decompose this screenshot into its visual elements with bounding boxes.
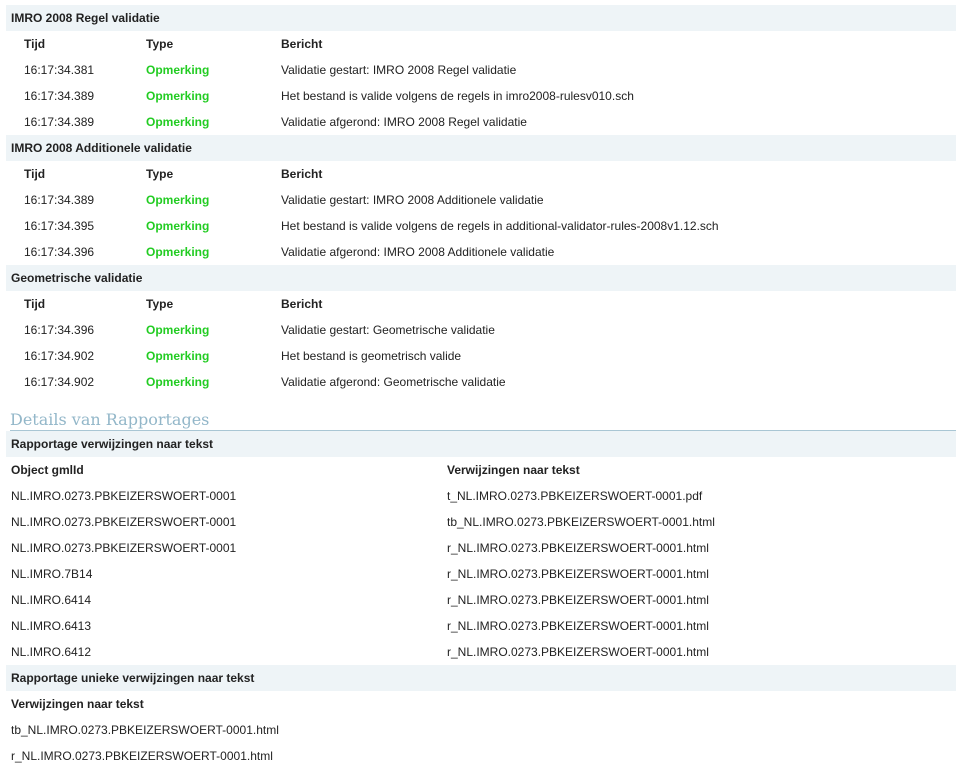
cell-bericht: Het bestand is valide volgens de regels … (281, 219, 719, 233)
cell-reference: r_NL.IMRO.0273.PBKEIZERSWOERT-0001.html (447, 593, 709, 607)
table-header-row: Verwijzingen naar tekst (0, 691, 960, 717)
cell-bericht: Validatie afgerond: IMRO 2008 Additionel… (281, 245, 555, 259)
cell-bericht: Het bestand is geometrisch valide (281, 349, 462, 363)
section-title: Geometrische validatie (6, 265, 956, 291)
table-row: 16:17:34.396 Opmerking Validatie gestart… (0, 317, 960, 343)
table-row: tb_NL.IMRO.0273.PBKEIZERSWOERT-0001.html (0, 717, 960, 743)
column-header-tijd: Tijd (24, 167, 46, 181)
validation-section: Geometrische validatie Tijd Type Bericht… (0, 265, 960, 395)
table-row: r_NL.IMRO.0273.PBKEIZERSWOERT-0001.html (0, 743, 960, 769)
table-header-row: Tijd Type Bericht (0, 161, 960, 187)
column-header-tijd: Tijd (24, 297, 46, 311)
cell-tijd: 16:17:34.902 (24, 349, 95, 363)
cell-type: Opmerking (146, 323, 210, 337)
column-header-bericht: Bericht (281, 297, 323, 311)
cell-type: Opmerking (146, 245, 210, 259)
cell-reference: tb_NL.IMRO.0273.PBKEIZERSWOERT-0001.html (447, 515, 715, 529)
validation-section: IMRO 2008 Regel validatie Tijd Type Beri… (0, 5, 960, 135)
column-header-references: Verwijzingen naar tekst (447, 463, 580, 477)
cell-type: Opmerking (146, 193, 210, 207)
cell-object: NL.IMRO.0273.PBKEIZERSWOERT-0001 (11, 541, 237, 555)
cell-type: Opmerking (146, 349, 210, 363)
details-title: Details van Rapportages (10, 405, 956, 431)
cell-bericht: Validatie afgerond: IMRO 2008 Regel vali… (281, 115, 527, 129)
cell-tijd: 16:17:34.395 (24, 219, 95, 233)
table-row: NL.IMRO.0273.PBKEIZERSWOERT-0001 tb_NL.I… (0, 509, 960, 535)
cell-reference: r_NL.IMRO.0273.PBKEIZERSWOERT-0001.html (447, 567, 709, 581)
cell-object: NL.IMRO.0273.PBKEIZERSWOERT-0001 (11, 489, 237, 503)
table-row: 16:17:34.389 Opmerking Validatie gestart… (0, 187, 960, 213)
cell-object: NL.IMRO.6413 (11, 619, 92, 633)
table-row: 16:17:34.389 Opmerking Het bestand is va… (0, 83, 960, 109)
column-header-type: Type (146, 297, 174, 311)
cell-type: Opmerking (146, 219, 210, 233)
cell-tijd: 16:17:34.389 (24, 89, 95, 103)
table-row: 16:17:34.389 Opmerking Validatie afgeron… (0, 109, 960, 135)
cell-type: Opmerking (146, 89, 210, 103)
column-header-bericht: Bericht (281, 37, 323, 51)
column-header-tijd: Tijd (24, 37, 46, 51)
table-row: 16:17:34.902 Opmerking Validatie afgeron… (0, 369, 960, 395)
column-header-type: Type (146, 37, 174, 51)
section-title: IMRO 2008 Regel validatie (6, 5, 956, 31)
table-row: NL.IMRO.6413 r_NL.IMRO.0273.PBKEIZERSWOE… (0, 613, 960, 639)
section-title: Rapportage verwijzingen naar tekst (6, 431, 956, 457)
column-header-bericht: Bericht (281, 167, 323, 181)
cell-tijd: 16:17:34.381 (24, 63, 95, 77)
cell-bericht: Validatie gestart: Geometrische validati… (281, 323, 495, 337)
cell-type: Opmerking (146, 375, 210, 389)
cell-type: Opmerking (146, 115, 210, 129)
cell-tijd: 16:17:34.902 (24, 375, 95, 389)
cell-reference: r_NL.IMRO.0273.PBKEIZERSWOERT-0001.html (11, 749, 273, 763)
table-row: NL.IMRO.7B14 r_NL.IMRO.0273.PBKEIZERSWOE… (0, 561, 960, 587)
table-row: NL.IMRO.6412 r_NL.IMRO.0273.PBKEIZERSWOE… (0, 639, 960, 665)
table-header-row: Tijd Type Bericht (0, 291, 960, 317)
unique-references-section: Rapportage unieke verwijzingen naar teks… (0, 665, 960, 769)
cell-reference: t_NL.IMRO.0273.PBKEIZERSWOERT-0001.pdf (447, 489, 703, 503)
cell-bericht: Validatie gestart: IMRO 2008 Regel valid… (281, 63, 517, 77)
column-header-type: Type (146, 167, 174, 181)
cell-reference: r_NL.IMRO.0273.PBKEIZERSWOERT-0001.html (447, 541, 709, 555)
cell-type: Opmerking (146, 63, 210, 77)
cell-reference: tb_NL.IMRO.0273.PBKEIZERSWOERT-0001.html (11, 723, 279, 737)
cell-object: NL.IMRO.0273.PBKEIZERSWOERT-0001 (11, 515, 237, 529)
cell-reference: r_NL.IMRO.0273.PBKEIZERSWOERT-0001.html (447, 619, 709, 633)
table-row: 16:17:34.395 Opmerking Het bestand is va… (0, 213, 960, 239)
references-section: Rapportage verwijzingen naar tekst Objec… (0, 431, 960, 665)
section-title: IMRO 2008 Additionele validatie (6, 135, 956, 161)
cell-bericht: Validatie afgerond: Geometrische validat… (281, 375, 506, 389)
table-header-row: Tijd Type Bericht (0, 31, 960, 57)
cell-tijd: 16:17:34.389 (24, 193, 95, 207)
cell-bericht: Validatie gestart: IMRO 2008 Additionele… (281, 193, 544, 207)
validation-report: IMRO 2008 Regel validatie Tijd Type Beri… (0, 0, 960, 769)
table-row: NL.IMRO.0273.PBKEIZERSWOERT-0001 r_NL.IM… (0, 535, 960, 561)
cell-bericht: Het bestand is valide volgens de regels … (281, 89, 634, 103)
table-header-row: Object gmlId Verwijzingen naar tekst (0, 457, 960, 483)
table-row: 16:17:34.381 Opmerking Validatie gestart… (0, 57, 960, 83)
table-row: 16:17:34.902 Opmerking Het bestand is ge… (0, 343, 960, 369)
section-title: Rapportage unieke verwijzingen naar teks… (6, 665, 956, 691)
table-row: NL.IMRO.0273.PBKEIZERSWOERT-0001 t_NL.IM… (0, 483, 960, 509)
column-header-references: Verwijzingen naar tekst (11, 697, 144, 711)
cell-object: NL.IMRO.6412 (11, 645, 92, 659)
column-header-object: Object gmlId (11, 463, 84, 477)
cell-tijd: 16:17:34.396 (24, 245, 95, 259)
cell-tijd: 16:17:34.389 (24, 115, 95, 129)
validation-section: IMRO 2008 Additionele validatie Tijd Typ… (0, 135, 960, 265)
cell-object: NL.IMRO.7B14 (11, 567, 93, 581)
cell-reference: r_NL.IMRO.0273.PBKEIZERSWOERT-0001.html (447, 645, 709, 659)
cell-tijd: 16:17:34.396 (24, 323, 95, 337)
table-row: 16:17:34.396 Opmerking Validatie afgeron… (0, 239, 960, 265)
table-row: NL.IMRO.6414 r_NL.IMRO.0273.PBKEIZERSWOE… (0, 587, 960, 613)
cell-object: NL.IMRO.6414 (11, 593, 92, 607)
